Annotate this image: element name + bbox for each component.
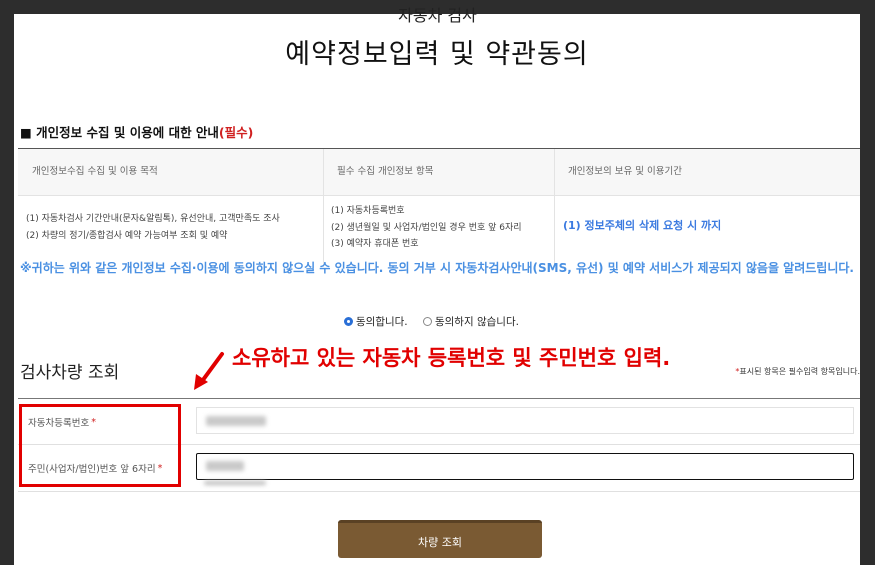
items-list: (1) 자동차등록번호 (2) 생년월일 및 사업자/법인일 경우 번호 앞 6…	[331, 203, 522, 253]
privacy-section-label: ■ 개인정보 수집 및 이용에 대한 안내	[20, 125, 219, 140]
reg-number-row: 자동차등록번호 *	[18, 400, 860, 445]
red-arrow-icon	[194, 352, 224, 390]
collected-item: (3) 예약자 휴대폰 번호	[331, 239, 419, 249]
radio-unchecked-icon[interactable]	[422, 317, 432, 326]
reg-number-label-text: 자동차등록번호	[28, 418, 90, 429]
privacy-table: 개인정보수집 수집 및 이용 목적 필수 수집 개인정보 항목 개인정보의 보유…	[18, 148, 860, 267]
purpose-item: (1) 자동차검사 기간안내(문자&알림톡), 유선안내, 고객만족도 조사	[26, 214, 280, 224]
redacted-value	[206, 461, 244, 471]
required-note-text: 표시된 항목은 필수입력 항목입니다.	[739, 367, 860, 376]
required-mark: (필수)	[218, 125, 254, 140]
consent-radio-group: 동의합니다. 동의하지 않습니다.	[344, 314, 531, 329]
header-purpose: 개인정보수집 수집 및 이용 목적	[32, 166, 158, 177]
page-title: 예약정보입력 및 약관동의	[285, 39, 589, 70]
purpose-item: (2) 차량의 정기/종합검사 예약 가능여부 조회 및 예약	[26, 230, 228, 241]
form-top-border	[18, 398, 860, 399]
retention-period: (1) 정보주체의 삭제 요청 시 까지	[563, 219, 722, 232]
required-star: *	[157, 462, 163, 474]
radio-checked-icon[interactable]	[344, 317, 353, 326]
reg-number-label: 자동차등록번호 *	[28, 400, 96, 444]
page-subtitle: 자동차 검사	[398, 6, 477, 25]
disagree-radio[interactable]: 동의하지 않습니다.	[422, 314, 519, 329]
annotation-text: 소유하고 있는 자동차 등록번호 및 주민번호 입력.	[232, 346, 671, 370]
required-note: *표시된 항목은 필수입력 항목입니다.	[735, 366, 860, 377]
vehicle-section-title: 검사차량 조회	[20, 363, 120, 383]
id-number-label: 주민(사업자/법인)번호 앞 6자리 *	[28, 445, 162, 491]
redacted-autofill	[204, 481, 266, 485]
reg-number-input[interactable]	[196, 407, 854, 434]
vehicle-search-button[interactable]: 차량 조회	[338, 520, 542, 558]
collected-item: (1) 자동차등록번호	[331, 206, 405, 216]
purpose-list: (1) 자동차검사 기간안내(문자&알림톡), 유선안내, 고객만족도 조사 (…	[26, 211, 280, 244]
disagree-label: 동의하지 않습니다.	[434, 316, 519, 328]
id-number-label-text: 주민(사업자/법인)번호 앞 6자리	[28, 464, 156, 475]
header-items: 필수 수집 개인정보 항목	[337, 166, 434, 177]
required-star: *	[91, 416, 96, 428]
id-number-row: 주민(사업자/법인)번호 앞 6자리 *	[18, 445, 860, 492]
consent-notice: ※귀하는 위와 같은 개인정보 수집·이용에 동의하지 않으실 수 있습니다. …	[20, 261, 854, 275]
agree-label: 동의합니다.	[356, 316, 408, 328]
redacted-value	[206, 416, 266, 426]
id-number-input[interactable]	[196, 453, 854, 480]
reservation-page: 예약정보입력 및 약관동의 ■ 개인정보 수집 및 이용에 대한 안내(필수) …	[14, 14, 860, 565]
collected-item: (2) 생년월일 및 사업자/법인일 경우 번호 앞 6자리	[331, 222, 522, 233]
privacy-section-title: ■ 개인정보 수집 및 이용에 대한 안내(필수)	[20, 122, 253, 141]
agree-radio[interactable]: 동의합니다.	[344, 314, 408, 329]
header-retention: 개인정보의 보유 및 이용기간	[568, 166, 682, 177]
